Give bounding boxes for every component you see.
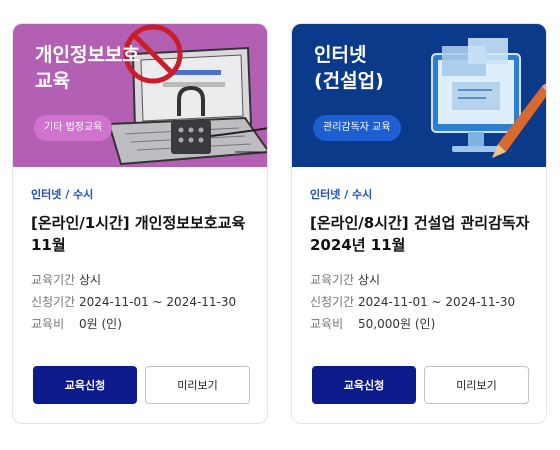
info-value: 2024-11-01 ~ 2024-11-30 xyxy=(358,295,516,309)
apply-button[interactable]: 교육신청 xyxy=(312,366,416,404)
info-label: 신청기간 xyxy=(31,295,76,309)
course-category: 인터넷 / 수시 xyxy=(31,188,94,201)
preview-button[interactable]: 미리보기 xyxy=(424,366,529,404)
info-label: 교육기간 xyxy=(31,273,76,287)
info-label: 교육비 xyxy=(31,317,65,331)
info-label: 교육비 xyxy=(310,317,344,331)
apply-button[interactable]: 교육신청 xyxy=(33,366,137,404)
fee-row: 교육비 50,000원 (인) xyxy=(310,313,530,335)
course-category: 인터넷 / 수시 xyxy=(310,188,373,201)
course-type-tag: 관리감독자 교육 xyxy=(313,115,401,141)
course-title[interactable]: [온라인/1시간] 개인정보보호교육 11월 xyxy=(31,212,251,256)
preview-button[interactable]: 미리보기 xyxy=(145,366,250,404)
course-title[interactable]: [온라인/8시간] 건설업 관리감독자 2024년 11월 xyxy=(310,212,530,256)
course-thumbnail[interactable]: 개인정보보호 교육 기타 법정교육 xyxy=(13,24,267,167)
thumbnail-title: 개인정보보호 교육 xyxy=(35,44,140,92)
education-period-row: 교육기간 상시 xyxy=(31,269,251,291)
info-label: 신청기간 xyxy=(310,295,355,309)
application-period-row: 신청기간 2024-11-01 ~ 2024-11-30 xyxy=(31,291,251,313)
application-period-row: 신청기간 2024-11-01 ~ 2024-11-30 xyxy=(310,291,530,313)
education-period-row: 교육기간 상시 xyxy=(310,269,530,291)
course-thumbnail[interactable]: 인터넷 (건설업) 관리감독자 교육 xyxy=(292,24,546,167)
info-value: 상시 xyxy=(358,273,381,287)
fee-row: 교육비 0원 (인) xyxy=(31,313,251,335)
course-card-construction[interactable]: 인터넷 (건설업) 관리감독자 교육 인터넷 / 수시 [온라인/8시간] 건설… xyxy=(291,23,547,424)
info-label: 교육기간 xyxy=(310,273,355,287)
info-value: 50,000원 (인) xyxy=(358,317,436,331)
course-card-privacy[interactable]: 개인정보보호 교육 기타 법정교육 인터넷 / 수시 [온라인/1시간] 개인정… xyxy=(12,23,268,424)
course-type-tag: 기타 법정교육 xyxy=(34,115,113,141)
info-value: 상시 xyxy=(79,273,102,287)
info-value: 2024-11-01 ~ 2024-11-30 xyxy=(79,295,237,309)
info-value: 0원 (인) xyxy=(79,317,122,331)
thumbnail-title: 인터넷 (건설업) xyxy=(314,44,384,92)
